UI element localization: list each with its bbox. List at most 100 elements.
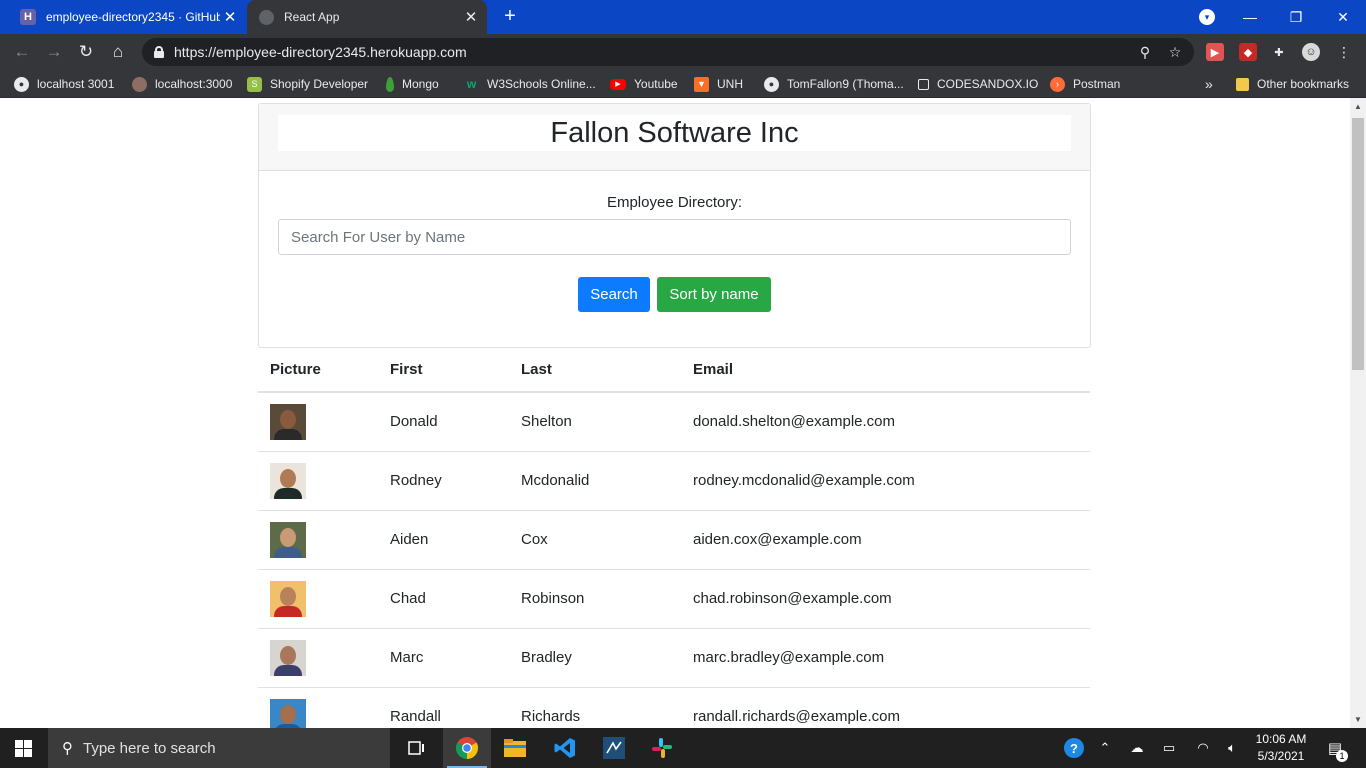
clock-date: 5/3/2021 [1257,749,1305,763]
column-header-email[interactable]: Email [681,348,1090,393]
minimize-icon[interactable]: — [1227,0,1273,34]
back-icon[interactable]: ← [10,40,34,64]
email-cell: aiden.cox@example.com [681,510,1090,570]
close-window-icon[interactable]: ✕ [1320,0,1366,34]
taskbar-clock[interactable]: 10:06 AM 5/3/2021 [1245,731,1317,765]
github-icon: ● [764,76,779,92]
bookmark-unh[interactable]: ▼ UNH [694,75,743,93]
volume-icon[interactable]: 🔈︎ [1220,728,1244,768]
slack-icon[interactable] [638,728,686,768]
page-viewport: Fallon Software Inc Employee Directory: … [0,98,1350,728]
tab-title: React App [284,10,340,24]
table-row: Donald Shelton donald.shelton@example.com [258,392,1090,452]
taskbar-search-placeholder: Type here to search [83,739,216,757]
tab-github[interactable]: H employee-directory2345 · GitHub ✕ [8,0,246,34]
search-button[interactable]: Search [578,277,650,312]
zoom-search-icon[interactable]: ⚲ [1134,44,1156,61]
scrollbar-thumb[interactable] [1352,118,1364,370]
taskbar-search-box[interactable]: ⚲ Type here to search [48,728,390,768]
first-name-cell: Donald [378,392,509,452]
employee-avatar [270,639,306,676]
header-jumbotron: Fallon Software Inc [278,115,1071,151]
last-name-cell: Shelton [509,392,681,452]
bookmark-label: localhost 3001 [37,77,115,91]
table-row: Rodney Mcdonalid rodney.mcdonalid@example.… [258,451,1090,511]
task-view-icon[interactable] [393,728,441,768]
bookmark-w3schools[interactable]: w W3Schools Online... [464,75,596,93]
sort-by-name-button[interactable]: Sort by name [657,277,771,312]
bookmark-localhost-3000[interactable]: localhost:3000 [132,75,232,93]
search-input[interactable] [278,219,1071,255]
column-header-picture[interactable]: Picture [258,348,378,393]
lock-icon [154,46,164,58]
tab-search-icon[interactable]: ▾ [1199,9,1215,25]
onedrive-cloud-icon[interactable]: ☁ [1125,728,1149,768]
menu-kebab-icon[interactable]: ⋮ [1335,43,1353,61]
browser-tab-strip: H employee-directory2345 · GitHub ✕ Reac… [0,0,1366,34]
shopify-icon: S [247,76,262,92]
tab-react-app[interactable]: React App ✕ [247,0,487,34]
column-header-first[interactable]: First [378,348,509,393]
globe-icon: ● [14,76,29,92]
bookmark-label: Shopify Developer [270,77,369,91]
reload-icon[interactable]: ↻ [74,40,98,64]
profile-avatar-icon[interactable]: ☺ [1302,43,1320,61]
table-header-row: Picture First Last Email [258,348,1090,393]
bookmark-postman[interactable]: › Postman [1050,75,1120,93]
new-tab-button[interactable]: + [500,6,520,28]
last-name-cell: Robinson [509,569,681,629]
bookmarks-bar: ● localhost 3001 localhost:3000 S Shopif… [0,70,1366,98]
bookmark-mongo[interactable]: Mongo [386,75,439,93]
show-hidden-icons-icon[interactable]: ⌃ [1095,728,1115,768]
table-row: Chad Robinson chad.robinson@example.com [258,569,1090,629]
file-explorer-icon[interactable] [491,728,539,768]
bookmark-label: UNH [717,77,743,91]
sql-server-icon[interactable] [590,728,638,768]
employee-avatar [270,403,306,440]
bookmark-label: Mongo [402,77,439,91]
picture-cell [258,392,378,452]
folder-icon [1236,77,1249,91]
extensions-puzzle-icon[interactable]: ✚ [1270,43,1288,61]
bookmark-youtube[interactable]: ▶ Youtube [610,75,678,93]
scroll-up-arrow-icon[interactable]: ▲ [1354,102,1362,111]
email-cell: marc.bradley@example.com [681,628,1090,688]
other-bookmarks-folder[interactable]: Other bookmarks [1236,75,1349,93]
bookmark-localhost-3001[interactable]: ● localhost 3001 [14,75,114,93]
bookmark-github[interactable]: ● TomFallon9 (Thoma... [764,75,904,93]
first-name-cell: Chad [378,569,509,629]
close-tab-icon[interactable]: ✕ [461,8,481,26]
page-scrollbar[interactable]: ▲ ▼ [1350,98,1366,728]
address-bar[interactable]: https://employee-directory2345.herokuapp… [142,38,1194,66]
help-tips-icon[interactable]: ? [1060,728,1088,768]
url-text[interactable]: https://employee-directory2345.herokuapp… [174,44,1134,60]
search-card: Fallon Software Inc Employee Directory: … [258,103,1091,348]
extension-screencast-icon[interactable]: ▶ [1206,43,1224,61]
windows-taskbar: ⚲ Type here to search ? ⌃ ☁ ▭ ◠ 🔈︎ 10:06… [0,728,1366,768]
globe-icon [259,9,274,25]
bookmark-codesandbox[interactable]: CODESANDOX.IO [918,75,1038,93]
table-row: Aiden Cox aiden.cox@example.com [258,510,1090,570]
first-name-cell: Marc [378,628,509,688]
scroll-down-arrow-icon[interactable]: ▼ [1354,715,1362,724]
extension-devtools-icon[interactable]: ◆ [1239,43,1257,61]
notifications-icon[interactable]: ▤ 1 [1320,728,1350,768]
restore-icon[interactable]: ❐ [1273,0,1319,34]
tab-title: employee-directory2345 · GitHub [46,10,220,24]
picture-cell [258,628,378,688]
vscode-icon[interactable] [541,728,589,768]
battery-icon[interactable]: ▭ [1157,728,1181,768]
table-row: Marc Bradley marc.bradley@example.com [258,628,1090,688]
windows-start-icon[interactable] [15,740,32,757]
bookmark-shopify[interactable]: S Shopify Developer [247,75,368,93]
bookmarks-overflow-button[interactable]: » [1205,75,1213,93]
close-tab-icon[interactable]: ✕ [220,8,240,26]
chrome-taskbar-icon[interactable] [443,728,491,768]
wifi-icon[interactable]: ◠ [1191,728,1215,768]
w3schools-icon: w [466,77,477,91]
forward-icon[interactable]: → [42,40,66,64]
home-icon[interactable]: ⌂ [106,40,130,64]
employee-table: Picture First Last Email Donald Shelton do… [258,348,1090,728]
column-header-last[interactable]: Last [509,348,681,393]
bookmark-star-icon[interactable]: ☆ [1164,44,1186,61]
